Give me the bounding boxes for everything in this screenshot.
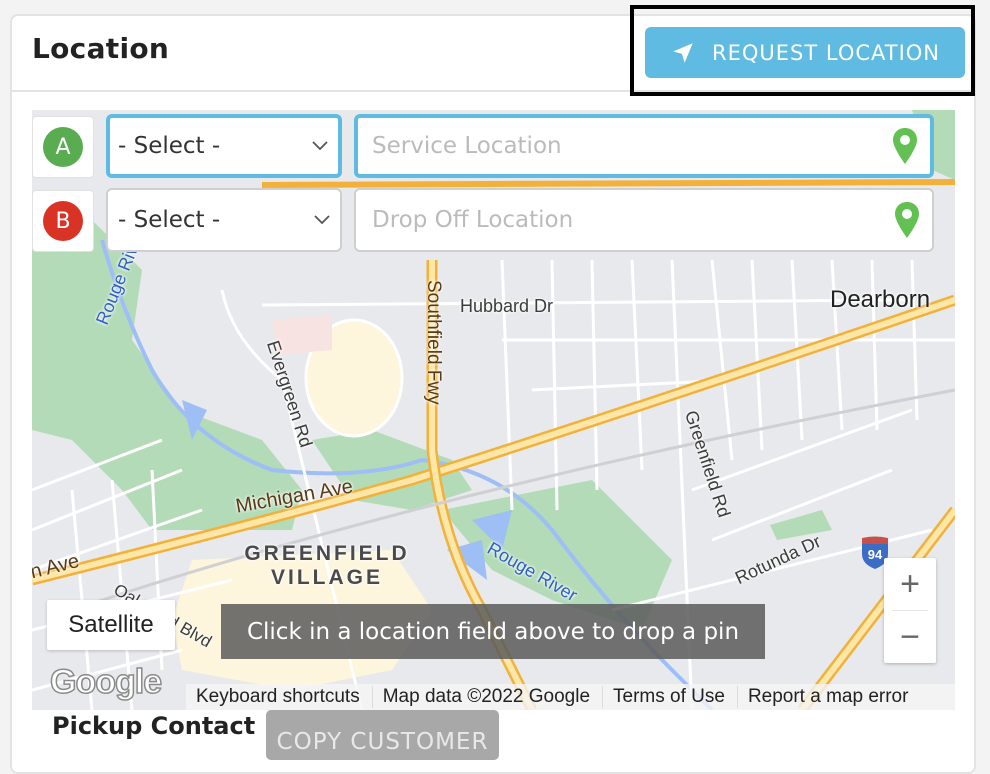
terms-of-use-link[interactable]: Terms of Use [603, 686, 738, 708]
map-hint-banner: Click in a location field above to drop … [221, 604, 765, 659]
map-pin-icon[interactable] [894, 201, 920, 239]
chevron-down-icon [312, 141, 328, 151]
location-arrow-icon [673, 42, 693, 63]
service-location-input[interactable]: Service Location [354, 114, 934, 178]
waypoint-a-marker: A [43, 127, 83, 167]
service-location-placeholder: Service Location [372, 133, 562, 159]
map-label-southfield: Southfield Fwy [423, 280, 444, 405]
map-label-dearborn: Dearborn [830, 286, 931, 313]
keyboard-shortcuts-link[interactable]: Keyboard shortcuts [186, 686, 373, 708]
pickup-contact-heading: Pickup Contact [52, 712, 256, 740]
page-title: Location [32, 32, 170, 65]
drop-off-location-placeholder: Drop Off Location [372, 207, 574, 233]
map-pin-icon[interactable] [892, 127, 918, 165]
google-logo: Google [49, 662, 163, 702]
waypoint-a-select-value: - Select - [118, 133, 221, 159]
map-attribution-bar: Keyboard shortcuts Map data ©2022 Google… [186, 684, 955, 710]
request-location-label: REQUEST LOCATION [712, 40, 940, 65]
waypoint-a-marker-box: A [32, 116, 94, 178]
svg-text:94: 94 [868, 547, 883, 562]
request-location-button[interactable]: REQUEST LOCATION [645, 27, 965, 78]
map-data-credit: Map data ©2022 Google [373, 686, 604, 708]
chevron-down-icon [314, 215, 330, 225]
map-zoom-control: + − [884, 558, 936, 663]
waypoint-b-select-value: - Select - [118, 207, 221, 233]
page-scroll-gutter [976, 0, 990, 742]
waypoint-b-type-select[interactable]: - Select - [106, 188, 342, 252]
zoom-in-button[interactable]: + [884, 558, 936, 610]
zoom-out-button[interactable]: − [884, 611, 936, 663]
park-area [32, 220, 302, 530]
map-label-greenfield-village: GREENFIELD VILLAGE [244, 542, 410, 589]
waypoint-b-marker-box: B [32, 190, 94, 252]
waypoint-b-marker: B [43, 201, 83, 241]
drop-off-location-input[interactable]: Drop Off Location [354, 188, 934, 252]
satellite-toggle-button[interactable]: Satellite [47, 600, 175, 650]
waypoint-a-type-select[interactable]: - Select - [106, 114, 342, 178]
copy-customer-button[interactable]: COPY CUSTOMER [266, 710, 499, 760]
map-label-hubbard: Hubbard Dr [460, 296, 554, 316]
report-map-error-link[interactable]: Report a map error [738, 686, 921, 708]
